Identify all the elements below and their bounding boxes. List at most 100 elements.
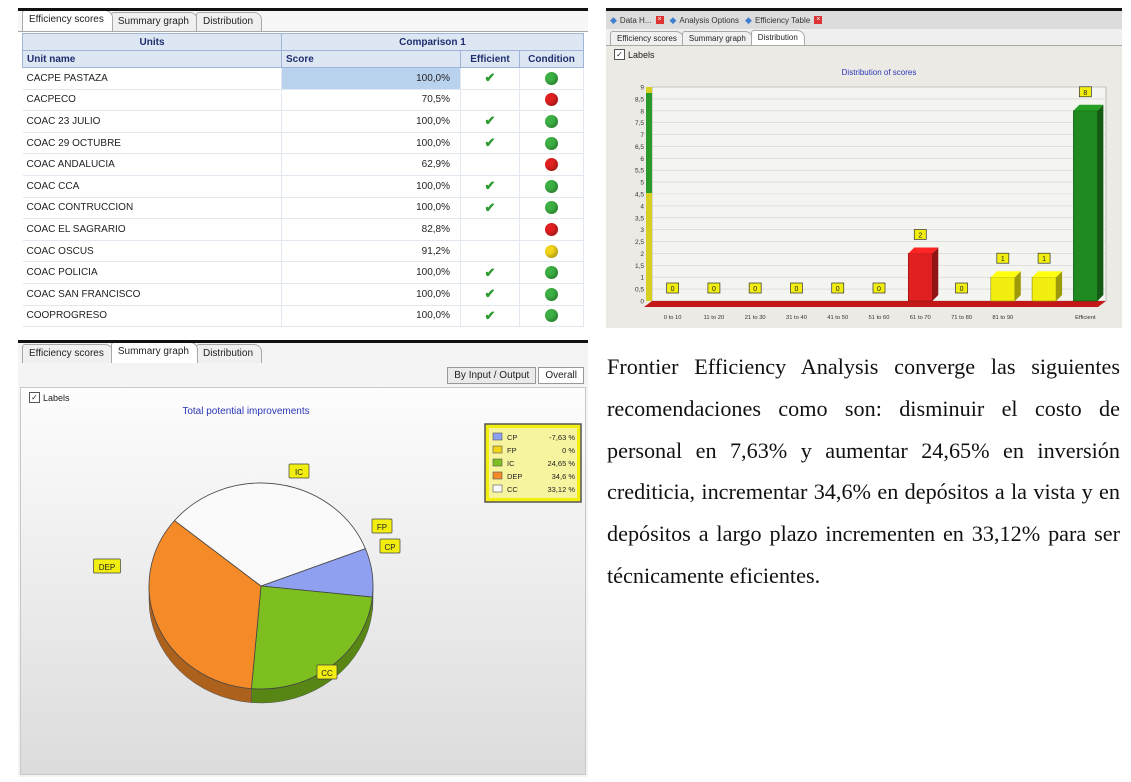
checkmark-icon: ✔ bbox=[484, 307, 496, 323]
document-tab-bar: ◆ Data H... × ◆ Analysis Options ◆ Efficienc… bbox=[606, 11, 1122, 29]
y-tick-label: 6,5 bbox=[635, 144, 644, 151]
table-row[interactable]: COAC EL SAGRARIO 82,8% bbox=[22, 218, 584, 241]
col-unit-name[interactable]: Unit name bbox=[22, 50, 282, 68]
by-input-output-button[interactable]: By Input / Output bbox=[447, 367, 537, 384]
tab-bar: Efficiency scores Summary graph Distribu… bbox=[18, 343, 588, 363]
tab-distribution[interactable]: Distribution bbox=[195, 344, 263, 363]
unit-name-cell: COAC POLICIA bbox=[22, 261, 282, 284]
tab-distribution[interactable]: Distribution bbox=[750, 30, 805, 45]
efficient-cell: ✔ bbox=[460, 283, 520, 306]
data-label: 0 bbox=[671, 286, 675, 293]
close-icon[interactable]: × bbox=[814, 16, 823, 24]
score-cell: 82,8% bbox=[281, 218, 461, 241]
status-green-icon bbox=[545, 201, 558, 215]
status-green-icon bbox=[545, 71, 558, 85]
doc-tab-analysis-options[interactable]: ◆ Analysis Options bbox=[670, 15, 740, 26]
y-tick-label: 5,5 bbox=[635, 168, 644, 175]
status-green-icon bbox=[545, 136, 558, 150]
doc-tab-label: Analysis Options bbox=[679, 15, 740, 25]
efficient-cell: ✔ bbox=[460, 261, 520, 284]
bar-side bbox=[1097, 104, 1104, 302]
table-row[interactable]: COAC 29 OCTUBRE 100,0% ✔ bbox=[22, 132, 584, 155]
y-tick-label: 4 bbox=[640, 203, 644, 210]
unit-name-cell: COAC 29 OCTUBRE bbox=[22, 132, 282, 155]
x-tick-label: 31 to 40 bbox=[786, 315, 807, 321]
doc-tab-data[interactable]: ◆ Data H... × bbox=[610, 15, 664, 26]
summary-graph-panel: Efficiency scores Summary graph Distribu… bbox=[18, 340, 588, 777]
tab-summary-graph[interactable]: Summary graph bbox=[681, 31, 753, 45]
checkmark-icon: ✔ bbox=[484, 264, 496, 280]
legend-swatch bbox=[492, 471, 503, 480]
checkmark-icon: ✔ bbox=[484, 135, 496, 151]
score-cell: 62,9% bbox=[281, 153, 461, 176]
doc-tab-efficiency-table[interactable]: ◆ Efficiency Table × bbox=[745, 15, 823, 26]
checkmark-icon: ✔ bbox=[484, 70, 496, 86]
units-group-header: Units bbox=[22, 33, 282, 51]
legend-value: 24,65 % bbox=[547, 459, 575, 468]
efficient-cell: ✔ bbox=[460, 110, 520, 133]
table-row[interactable]: COAC ANDALUCIA 62,9% bbox=[22, 153, 584, 176]
x-tick-label: Efficient bbox=[1075, 315, 1096, 321]
data-label: 0 bbox=[753, 286, 757, 293]
tab-summary-graph[interactable]: Summary graph bbox=[110, 12, 198, 31]
table-row[interactable]: COAC CONTRUCCION 100,0% ✔ bbox=[22, 197, 584, 220]
axis-wall bbox=[646, 93, 652, 193]
status-green-icon bbox=[545, 179, 558, 193]
distribution-panel: ◆ Data H... × ◆ Analysis Options ◆ Efficienc… bbox=[606, 8, 1122, 328]
bar bbox=[1073, 110, 1098, 302]
legend-value: 34,6 % bbox=[552, 472, 576, 481]
col-efficient[interactable]: Efficient bbox=[460, 50, 520, 68]
unit-name-cell: COAC EL SAGRARIO bbox=[22, 218, 282, 241]
y-tick-label: 3,5 bbox=[635, 215, 644, 222]
data-label: 0 bbox=[712, 286, 716, 293]
doc-tab-label: Efficiency Table bbox=[754, 15, 811, 25]
y-tick-label: 8,5 bbox=[635, 96, 644, 103]
bar-side bbox=[932, 247, 939, 301]
data-label: 0 bbox=[877, 286, 881, 293]
view-switcher: By Input / Output Overall bbox=[445, 367, 584, 384]
y-tick-label: 2,5 bbox=[635, 239, 644, 246]
table-row[interactable]: COOPROGRESO 100,0% ✔ bbox=[22, 305, 584, 328]
score-cell: 100,0% bbox=[281, 261, 461, 284]
efficient-cell: ✔ bbox=[460, 67, 520, 90]
table-row[interactable]: CACPECO 70,5% bbox=[22, 89, 584, 112]
x-tick-label: 71 to 80 bbox=[951, 315, 972, 321]
tab-summary-graph[interactable]: Summary graph bbox=[110, 343, 198, 363]
unit-name-cell: COAC SAN FRANCISCO bbox=[22, 283, 282, 306]
overall-button[interactable]: Overall bbox=[538, 367, 584, 384]
table-row[interactable]: COAC POLICIA 100,0% ✔ bbox=[22, 261, 584, 284]
distribution-chart: Distribution of scores 0 0,5 1 1,5 2 2,5 3 3,5 4 4… bbox=[635, 68, 1107, 321]
efficiency-table-panel: Efficiency scores Summary graph Distribu… bbox=[18, 8, 588, 328]
table-row[interactable]: COAC CCA 100,0% ✔ bbox=[22, 175, 584, 198]
status-red-icon bbox=[545, 222, 558, 236]
checkmark-icon: ✔ bbox=[484, 178, 496, 194]
col-score[interactable]: Score bbox=[281, 50, 461, 68]
legend-value: 33,12 % bbox=[547, 485, 575, 494]
score-cell: 100,0% bbox=[281, 197, 461, 220]
status-red-icon bbox=[545, 93, 558, 107]
condition-cell bbox=[519, 110, 584, 133]
table-row[interactable]: CACPE PASTAZA 100,0% ✔ bbox=[22, 67, 584, 90]
x-tick-label: 0 to 10 bbox=[664, 315, 682, 321]
table-row[interactable]: COAC 23 JULIO 100,0% ✔ bbox=[22, 110, 584, 133]
y-tick-label: 4,5 bbox=[635, 192, 644, 199]
bar bbox=[907, 253, 933, 302]
tab-efficiency-scores[interactable]: Efficiency scores bbox=[22, 11, 113, 31]
data-label: 2 bbox=[918, 232, 922, 239]
condition-cell bbox=[519, 67, 584, 90]
tab-efficiency-scores[interactable]: Efficiency scores bbox=[610, 31, 684, 45]
tab-efficiency-scores[interactable]: Efficiency scores bbox=[22, 344, 113, 363]
chart-title: Distribution of scores bbox=[842, 68, 917, 77]
slice-label: DEP bbox=[99, 563, 115, 572]
bar bbox=[1031, 276, 1057, 302]
tab-distribution[interactable]: Distribution bbox=[195, 12, 263, 31]
legend-label: CC bbox=[507, 485, 518, 494]
unit-name-cell: COAC CONTRUCCION bbox=[22, 197, 282, 220]
close-icon[interactable]: × bbox=[655, 16, 664, 24]
efficient-cell bbox=[460, 240, 520, 263]
col-condition[interactable]: Condition bbox=[519, 50, 584, 68]
condition-cell bbox=[519, 153, 584, 176]
table-row[interactable]: COAC SAN FRANCISCO 100,0% ✔ bbox=[22, 283, 584, 306]
score-cell: 100,0% bbox=[281, 67, 461, 90]
table-row[interactable]: COAC OSCUS 91,2% bbox=[22, 240, 584, 263]
